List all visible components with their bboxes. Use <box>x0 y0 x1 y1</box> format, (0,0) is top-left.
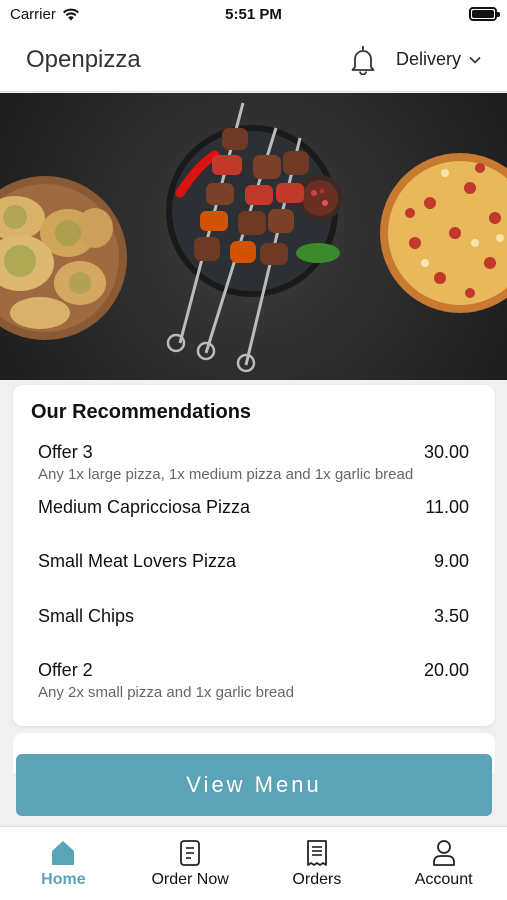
recommendation-row: Small Meat Lovers Pizza 9.00 <box>38 551 469 572</box>
item-name: Medium Capricciosa Pizza <box>38 496 251 517</box>
food-photo-icon <box>0 102 507 373</box>
order-icon <box>180 839 201 866</box>
tab-label: Account <box>414 870 473 888</box>
tab-bar: Home Order Now Orders Account <box>0 826 507 900</box>
battery-icon <box>469 7 500 21</box>
user-icon <box>432 839 455 866</box>
header-actions: Delivery <box>350 45 481 75</box>
item-price: 30.00 <box>423 442 469 462</box>
recommendation-item-small-meat-lovers[interactable]: Small Meat Lovers Pizza 9.00 <box>33 551 475 606</box>
item-description: Any 1x large pizza, 1x medium pizza and … <box>38 466 414 483</box>
item-description: Any 2x small pizza and 1x garlic bread <box>38 684 294 701</box>
app-title: Openpizza <box>26 45 141 73</box>
tab-label: Orders <box>292 870 342 888</box>
recommendation-row: Small Chips 3.50 <box>38 606 469 627</box>
recommendations-title: Our Recommendations <box>31 401 252 423</box>
tab-home[interactable]: Home <box>0 827 127 900</box>
delivery-dropdown[interactable]: Delivery <box>396 49 481 70</box>
receipt-icon <box>306 839 327 866</box>
wifi-icon <box>62 8 79 20</box>
garlic-bread-bowl <box>0 176 127 340</box>
tab-label: Home <box>41 870 86 888</box>
view-menu-button[interactable]: View Menu <box>16 754 492 816</box>
recommendation-item-medium-capricciosa[interactable]: Medium Capricciosa Pizza 11.00 <box>33 497 475 552</box>
carrier-info: Carrier <box>10 6 80 23</box>
recommendation-item-small-chips[interactable]: Small Chips 3.50 <box>33 606 475 661</box>
recommendation-row: Offer 2 20.00 <box>38 660 469 681</box>
recommendation-item-offer-3[interactable]: Offer 3 30.00 Any 1x large pizza, 1x med… <box>33 442 475 497</box>
recommendation-row: Medium Capricciosa Pizza 11.00 <box>38 497 469 518</box>
recommendation-item-offer-2[interactable]: Offer 2 20.00 Any 2x small pizza and 1x … <box>33 660 475 715</box>
pizza <box>380 153 507 313</box>
home-icon <box>52 840 75 865</box>
item-price: 11.00 <box>425 496 469 517</box>
tab-account[interactable]: Account <box>380 827 507 900</box>
tab-label: Order Now <box>151 870 229 888</box>
app-header: Openpizza Delivery <box>0 28 507 92</box>
delivery-label: Delivery <box>395 49 461 69</box>
item-name: Small Chips <box>38 605 135 626</box>
recommendation-row: Offer 3 30.00 <box>38 442 469 463</box>
tab-orders[interactable]: Orders <box>254 827 381 900</box>
item-name: Offer 3 <box>38 442 93 462</box>
item-price: 9.00 <box>433 551 469 571</box>
status-bar: Carrier 5:51 PM <box>0 0 507 28</box>
skewer-plate <box>166 102 343 373</box>
bell-icon[interactable] <box>350 45 376 75</box>
item-price: 20.00 <box>423 660 469 680</box>
item-price: 3.50 <box>433 605 469 626</box>
item-name: Offer 2 <box>38 660 93 680</box>
item-name: Small Meat Lovers Pizza <box>38 551 237 571</box>
recommendations-card: Our Recommendations Offer 3 30.00 Any 1x… <box>13 385 495 726</box>
tab-order-now[interactable]: Order Now <box>127 827 254 900</box>
hero-image <box>0 93 507 380</box>
carrier-label: Carrier <box>10 5 56 23</box>
chevron-down-icon <box>469 56 481 64</box>
